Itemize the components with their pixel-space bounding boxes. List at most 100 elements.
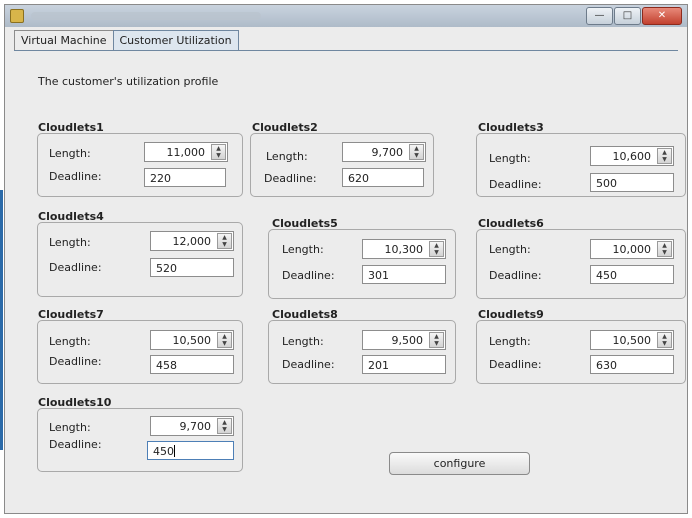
deadline-value: 620 <box>348 172 369 185</box>
spinner-down-icon[interactable]: ▼ <box>218 426 231 433</box>
deadline-field[interactable]: 450 <box>147 441 234 460</box>
length-value: 9,700 <box>179 420 212 433</box>
deadline-value: 520 <box>156 262 177 275</box>
length-spinner[interactable]: 9,500 ▲ ▼ <box>362 330 446 350</box>
length-value: 11,000 <box>166 146 206 159</box>
spinner-up-icon[interactable]: ▲ <box>658 333 671 340</box>
close-icon: ✕ <box>657 10 667 21</box>
deadline-label: Deadline: <box>49 355 102 368</box>
deadline-label: Deadline: <box>282 358 335 371</box>
minimize-icon: — <box>594 10 605 21</box>
deadline-field[interactable]: 620 <box>342 168 424 187</box>
length-value: 9,500 <box>391 334 424 347</box>
spinner-up-icon[interactable]: ▲ <box>658 242 671 249</box>
length-spinner[interactable]: 10,000 ▲ ▼ <box>590 239 674 259</box>
spinner-arrows[interactable]: ▲ ▼ <box>657 148 672 164</box>
deadline-field[interactable]: 301 <box>362 265 446 284</box>
spinner-up-icon[interactable]: ▲ <box>430 242 443 249</box>
spinner-arrows[interactable]: ▲ ▼ <box>429 241 444 257</box>
length-label: Length: <box>282 243 324 256</box>
length-value: 9,700 <box>371 146 404 159</box>
app-icon <box>10 9 24 23</box>
tab-bar: Virtual Machine Customer Utilization <box>14 30 239 51</box>
deadline-value: 220 <box>150 172 171 185</box>
close-button[interactable]: ✕ <box>642 7 682 25</box>
deadline-value: 500 <box>596 177 617 190</box>
spinner-down-icon[interactable]: ▼ <box>410 152 423 159</box>
spinner-arrows[interactable]: ▲ ▼ <box>657 241 672 257</box>
spinner-up-icon[interactable]: ▲ <box>212 145 225 152</box>
left-accent-bar <box>0 190 3 450</box>
text-caret <box>174 445 175 457</box>
spinner-down-icon[interactable]: ▼ <box>212 152 225 159</box>
length-spinner[interactable]: 10,600 ▲ ▼ <box>590 146 674 166</box>
deadline-field[interactable]: 630 <box>590 355 674 374</box>
spinner-down-icon[interactable]: ▼ <box>430 340 443 347</box>
length-value: 10,500 <box>612 334 652 347</box>
deadline-field[interactable]: 450 <box>590 265 674 284</box>
spinner-down-icon[interactable]: ▼ <box>218 241 231 248</box>
minimize-button[interactable]: — <box>586 7 613 25</box>
deadline-value: 450 <box>153 445 174 458</box>
spinner-down-icon[interactable]: ▼ <box>658 249 671 256</box>
deadline-value: 450 <box>596 269 617 282</box>
length-spinner[interactable]: 10,500 ▲ ▼ <box>590 330 674 350</box>
length-spinner[interactable]: 10,300 ▲ ▼ <box>362 239 446 259</box>
length-value: 10,600 <box>612 150 652 163</box>
tab-virtual-machine[interactable]: Virtual Machine <box>14 30 114 50</box>
spinner-up-icon[interactable]: ▲ <box>218 419 231 426</box>
spinner-arrows[interactable]: ▲ ▼ <box>217 233 232 249</box>
length-value: 10,500 <box>172 334 212 347</box>
spinner-arrows[interactable]: ▲ ▼ <box>429 332 444 348</box>
configure-button[interactable]: configure <box>389 452 530 475</box>
spinner-up-icon[interactable]: ▲ <box>218 234 231 241</box>
length-label: Length: <box>49 421 91 434</box>
length-spinner[interactable]: 9,700 ▲ ▼ <box>342 142 426 162</box>
spinner-up-icon[interactable]: ▲ <box>658 149 671 156</box>
length-value: 10,300 <box>384 243 424 256</box>
length-spinner[interactable]: 11,000 ▲ ▼ <box>144 142 228 162</box>
length-spinner[interactable]: 9,700 ▲ ▼ <box>150 416 234 436</box>
spinner-arrows[interactable]: ▲ ▼ <box>217 332 232 348</box>
length-spinner[interactable]: 12,000 ▲ ▼ <box>150 231 234 251</box>
deadline-field[interactable]: 520 <box>150 258 234 277</box>
spinner-up-icon[interactable]: ▲ <box>218 333 231 340</box>
deadline-label: Deadline: <box>282 269 335 282</box>
deadline-value: 201 <box>368 359 389 372</box>
deadline-label: Deadline: <box>49 170 102 183</box>
deadline-field[interactable]: 458 <box>150 355 234 374</box>
spinner-down-icon[interactable]: ▼ <box>218 340 231 347</box>
tab-customer-utilization[interactable]: Customer Utilization <box>112 30 239 50</box>
length-label: Length: <box>49 335 91 348</box>
deadline-field[interactable]: 220 <box>144 168 226 187</box>
length-label: Length: <box>489 243 531 256</box>
spinner-arrows[interactable]: ▲ ▼ <box>657 332 672 348</box>
spinner-down-icon[interactable]: ▼ <box>430 249 443 256</box>
deadline-label: Deadline: <box>489 269 542 282</box>
deadline-value: 458 <box>156 359 177 372</box>
maximize-button[interactable]: □ <box>614 7 641 25</box>
maximize-icon: □ <box>622 10 633 21</box>
deadline-label: Deadline: <box>489 358 542 371</box>
tab-underline <box>14 50 678 51</box>
deadline-label: Deadline: <box>264 172 317 185</box>
length-value: 10,000 <box>612 243 652 256</box>
deadline-label: Deadline: <box>49 261 102 274</box>
deadline-field[interactable]: 500 <box>590 173 674 192</box>
length-label: Length: <box>49 147 91 160</box>
length-label: Length: <box>489 335 531 348</box>
deadline-field[interactable]: 201 <box>362 355 446 374</box>
length-label: Length: <box>489 152 531 165</box>
deadline-value: 301 <box>368 269 389 282</box>
title-bar[interactable]: — □ ✕ <box>5 5 687 27</box>
length-spinner[interactable]: 10,500 ▲ ▼ <box>150 330 234 350</box>
spinner-arrows[interactable]: ▲ ▼ <box>211 144 226 160</box>
deadline-label: Deadline: <box>489 178 542 191</box>
spinner-arrows[interactable]: ▲ ▼ <box>409 144 424 160</box>
deadline-value: 630 <box>596 359 617 372</box>
spinner-down-icon[interactable]: ▼ <box>658 156 671 163</box>
spinner-arrows[interactable]: ▲ ▼ <box>217 418 232 434</box>
spinner-up-icon[interactable]: ▲ <box>430 333 443 340</box>
spinner-up-icon[interactable]: ▲ <box>410 145 423 152</box>
spinner-down-icon[interactable]: ▼ <box>658 340 671 347</box>
